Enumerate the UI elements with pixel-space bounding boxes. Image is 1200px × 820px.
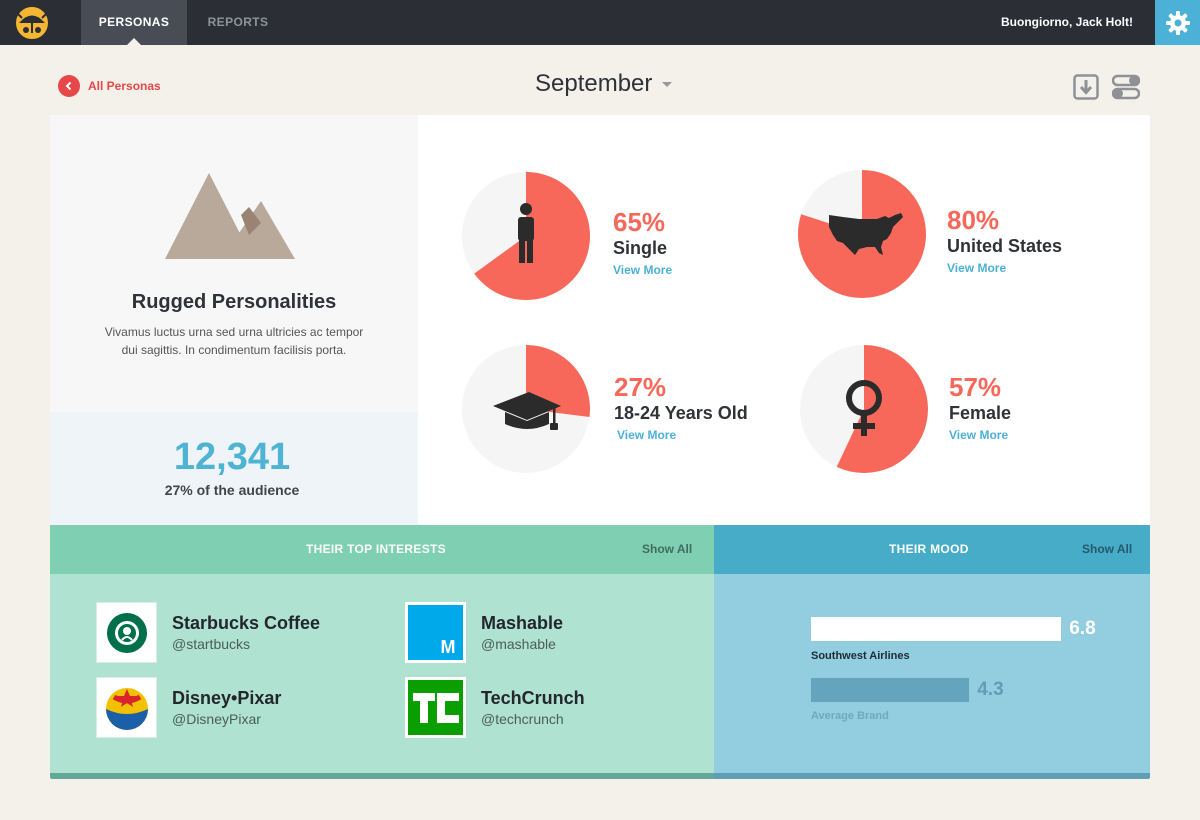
interest-name: Mashable [481,612,564,633]
interest-handle: @mashable [481,635,556,652]
settings-button[interactable] [1155,0,1200,45]
mood-header: THEIR MOOD Show All [714,525,1150,574]
stat-pie-chart [797,170,926,298]
stat-female: 57% Female View More [799,344,1129,474]
toggle-icon [1111,74,1141,100]
interest-handle: @DisneyPixar [172,710,261,727]
view-more-link[interactable]: View More [613,259,672,281]
interest-name: Starbucks Coffee [172,612,321,633]
interest-item-techcrunch[interactable]: TechCrunch @techcrunch [405,677,585,738]
persona-summary-panel: Rugged Personalities Vivamus luctus urna… [50,115,418,412]
stat-pie-chart [462,172,590,300]
stat-text: 27% 18-24 Years Old View More [614,372,748,446]
interest-item-mashable[interactable]: M Mashable @mashable [405,602,563,663]
mood-chart: 6.8 Southwest Airlines 4.3 Average Brand [714,574,1150,773]
all-personas-back-link[interactable]: All Personas [58,75,161,97]
month-selector[interactable]: September [535,68,673,100]
audience-count: 12,341 [173,436,291,478]
stat-pie-chart [800,345,928,473]
month-label: September [535,70,653,97]
back-link-label: All Personas [88,79,161,93]
mood-brand-name: Southwest Airlines [811,650,910,662]
interests-list: Starbucks Coffee @startbucks M Mashable … [50,574,714,773]
stat-single: 65% Single View More [461,171,791,301]
pixar-ball-logo-icon [96,677,157,738]
stat-pie-chart [462,345,591,473]
interest-handle: @startbucks [172,635,251,652]
persona-card: Rugged Personalities Vivamus luctus urna… [50,115,1150,779]
top-nav-bar: PERSONAS REPORTS Buongiorno, Jack Holt! [0,0,1200,45]
interest-item-disney-pixar[interactable]: Disney•Pixar @DisneyPixar [96,677,281,738]
interest-text: Mashable @mashable [481,612,563,654]
interest-text: TechCrunch @techcrunch [481,687,585,729]
interest-name: Disney•Pixar [172,687,282,708]
mood-value: 4.3 [977,679,1004,700]
tab-reports-label: REPORTS [207,15,269,29]
starbucks-logo-icon [96,602,157,663]
download-icon [1073,74,1099,100]
mood-title: THEIR MOOD [889,542,969,556]
stat-percent: 80% [947,205,1000,235]
stat-united-states: 80% United States View More [797,169,1127,299]
logo-icon [14,5,50,41]
interests-title: THEIR TOP INTERESTS [306,542,446,556]
back-arrow-icon [58,75,80,97]
stat-percent: 57% [949,372,1002,402]
stat-text: 65% Single View More [613,207,672,281]
mood-show-all-link[interactable]: Show All [1082,525,1132,574]
stat-age: 27% 18-24 Years Old View More [461,344,791,474]
stat-text: 57% Female View More [949,372,1011,446]
interests-footer-strip [50,773,714,779]
stat-label: Female [949,403,1012,423]
interest-name: TechCrunch [481,687,585,708]
audience-panel: 12,341 27% of the audience [50,412,418,525]
stat-label: 18-24 Years Old [614,403,748,423]
interests-show-all-link[interactable]: Show All [642,525,692,574]
mood-value: 6.8 [1069,618,1096,639]
tab-reports[interactable]: REPORTS [200,0,276,45]
app-logo[interactable] [12,4,52,42]
stat-percent: 27% [614,372,667,402]
interest-text: Starbucks Coffee @startbucks [172,612,320,654]
mashable-logo-icon: M [405,602,466,663]
view-more-link[interactable]: View More [947,257,1062,279]
persona-description: Vivamus luctus urna sed urna ultricies a… [104,325,364,357]
active-tab-caret [127,38,141,45]
interest-text: Disney•Pixar @DisneyPixar [172,687,281,729]
user-greeting[interactable]: Buongiorno, Jack Holt! [1001,0,1133,45]
svg-text:M: M [441,637,456,657]
mood-bar [811,617,1062,641]
persona-title: Rugged Personalities [131,291,337,313]
tab-personas[interactable]: PERSONAS [81,0,187,45]
mountains-icon [165,173,295,259]
stat-percent: 65% [613,207,666,237]
gear-icon [1165,10,1190,35]
interest-item-starbucks[interactable]: Starbucks Coffee @startbucks [96,602,320,663]
audience-share: 27% of the audience [164,482,300,498]
tab-personas-label: PERSONAS [98,15,170,29]
interests-header: THEIR TOP INTERESTS Show All [50,525,714,574]
stat-label: United States [947,236,1063,256]
stat-label: Single [613,238,668,258]
mood-brand-name: Average Brand [811,710,889,722]
toggle-settings-button[interactable] [1111,74,1141,105]
chevron-down-icon [662,81,673,87]
stat-text: 80% United States View More [947,205,1062,279]
view-more-link[interactable]: View More [614,424,748,446]
interest-handle: @techcrunch [481,710,564,727]
mood-bar [811,678,970,702]
techcrunch-logo-icon [405,677,466,738]
mood-footer-strip [714,773,1150,779]
view-more-link[interactable]: View More [949,424,1011,446]
download-button[interactable] [1073,74,1099,105]
